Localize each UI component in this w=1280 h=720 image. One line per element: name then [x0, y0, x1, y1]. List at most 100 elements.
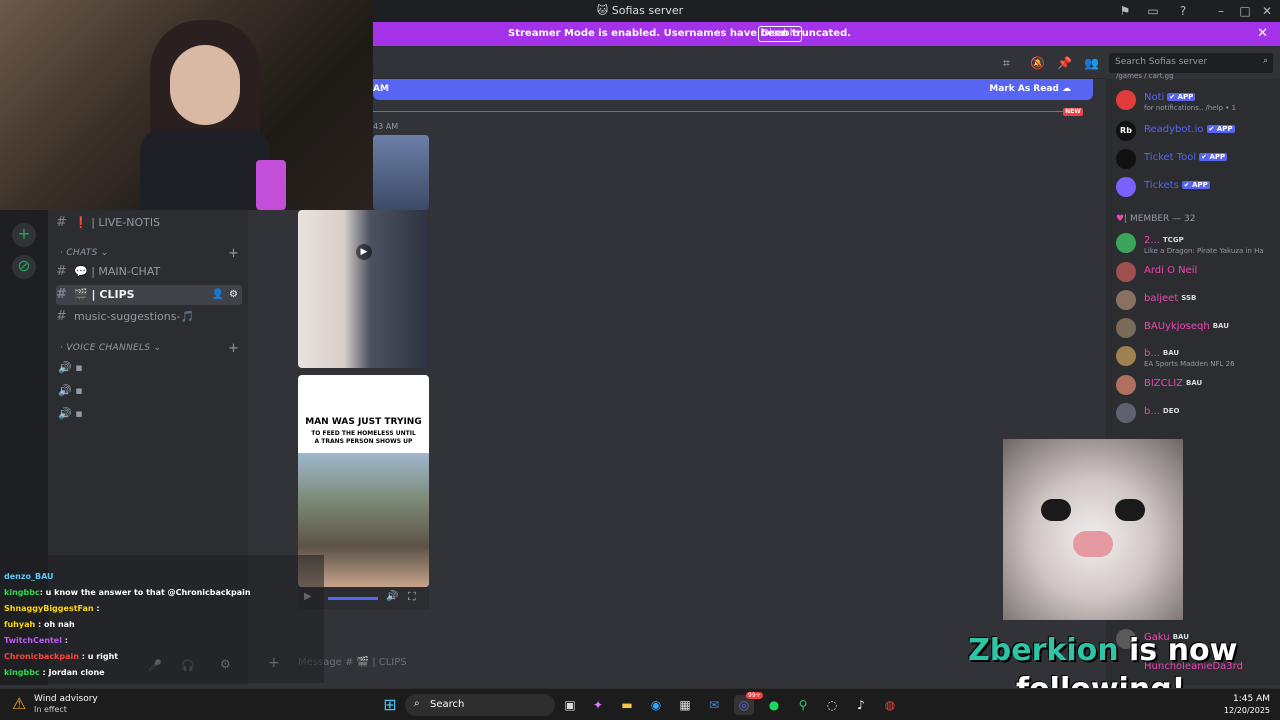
voice-channel[interactable]: 🔊 ▪ — [58, 407, 83, 420]
member-baljeet[interactable]: baljeet SSB — [1116, 288, 1276, 316]
member-readybot[interactable]: Rb Readybot.io ✔ APP — [1116, 119, 1276, 147]
task-view-icon[interactable]: ▣ — [560, 695, 580, 715]
voice-channel[interactable]: 🔊 ▪ — [58, 361, 83, 374]
obs-icon[interactable]: ◌ — [822, 695, 842, 715]
member-b1[interactable]: b... BAU EA Sports Madden NFL 26 — [1116, 344, 1276, 372]
volume-icon[interactable]: 🔊 — [386, 591, 398, 602]
search-icon: ⌕ — [414, 698, 420, 709]
chat-line: fuhyah : oh nah — [4, 620, 75, 629]
edge-icon[interactable]: ◉ — [646, 695, 666, 715]
fullscreen-icon[interactable]: ⛶ — [408, 590, 416, 604]
new-badge: NEW — [1063, 108, 1083, 116]
copilot-icon[interactable]: ✦ — [588, 695, 608, 715]
clock-date[interactable]: 12/20/2025 — [1210, 706, 1270, 715]
unread-time: AM — [373, 84, 389, 94]
monitor-icon[interactable]: ▭ — [1146, 4, 1160, 18]
channel-clips[interactable]: # 🎬 | CLIPS 👤 ⚙ — [56, 285, 242, 305]
chat-line: Chronicbackpain : u right — [4, 652, 119, 661]
invite-icon[interactable]: 👤 — [212, 285, 224, 305]
avatar — [1116, 290, 1136, 310]
play-icon[interactable]: ▶ — [356, 244, 372, 260]
avatar — [1116, 149, 1136, 169]
weather-icon[interactable]: ⚠ — [12, 694, 26, 713]
meme-line-2: TO FEED THE HOMELESS UNTIL — [311, 430, 416, 437]
tiktok-icon[interactable]: ♪ — [851, 695, 871, 715]
maximize-icon[interactable]: □ — [1238, 4, 1252, 18]
close-icon[interactable]: ✕ — [1257, 26, 1268, 41]
members-icon[interactable]: 👥 — [1084, 56, 1099, 70]
mail-icon[interactable]: ✉ — [704, 695, 724, 715]
app-icon[interactable]: ⚲ — [793, 695, 813, 715]
category-voice[interactable]: · VOICE CHANNELS ⌄ — [60, 343, 161, 353]
member-bauykjoseqh[interactable]: BAUykjoseqh BAU — [1116, 316, 1276, 344]
category-chats[interactable]: · CHATS ⌄ — [60, 248, 109, 258]
meme-line-3: A TRANS PERSON SHOWS UP — [314, 438, 413, 445]
avatar — [1116, 90, 1136, 110]
gear-icon[interactable]: ⚙ — [229, 285, 238, 305]
chat-line: ShnaggyBiggestFan : — [4, 604, 100, 613]
face — [170, 45, 240, 125]
member-ticket-tool[interactable]: Ticket Tool ✔ APP — [1116, 147, 1276, 175]
inbox-icon[interactable]: ⚑ — [1118, 4, 1132, 18]
follow-alert-line1: Zberkion is now — [968, 633, 1238, 668]
add-channel-icon[interactable]: + — [228, 246, 239, 261]
file-explorer-icon[interactable]: ▬ — [617, 695, 637, 715]
explore-icon[interactable]: ⊘ — [12, 255, 36, 279]
mark-read-icon: ☁ — [1062, 84, 1071, 94]
minimize-icon[interactable]: – — [1214, 4, 1228, 18]
microphone-light — [256, 160, 286, 210]
channel-music-suggestions[interactable]: # music-suggestions-🎵 — [56, 307, 194, 327]
close-window-icon[interactable]: ✕ — [1260, 4, 1274, 18]
member-2[interactable]: 2... TCGP Like a Dragon: Pirate Yakuza in… — [1116, 231, 1276, 259]
chrome-icon[interactable]: ◍ — [880, 695, 900, 715]
video-attachment-1-top[interactable] — [373, 135, 429, 210]
pin-icon[interactable]: 📌 — [1057, 56, 1072, 70]
avatar — [1116, 318, 1136, 338]
avatar: Rb — [1116, 121, 1136, 141]
taskbar-search[interactable]: ⌕ Search — [405, 694, 555, 716]
mark-as-read-button[interactable]: Mark As Read ☁ — [989, 84, 1071, 94]
clock-time[interactable]: 1:45 AM — [1210, 694, 1270, 704]
progress-bar[interactable] — [328, 597, 378, 600]
member-b2[interactable]: b... DEO — [1116, 401, 1276, 429]
mute-bell-icon[interactable]: 🔕 — [1030, 56, 1045, 70]
member-bizcliz[interactable]: BIZCLIZ BAU — [1116, 373, 1276, 401]
spotify-icon[interactable]: ● — [764, 695, 784, 715]
shirt — [140, 130, 270, 210]
add-server-icon[interactable]: + — [12, 223, 36, 247]
channel-live-notis[interactable]: # ❗ | LIVE-NOTIS — [56, 213, 160, 233]
unread-bar[interactable]: AM Mark As Read ☁ — [373, 79, 1093, 100]
discord-badge: 99+ — [746, 692, 763, 699]
message-timestamp: 43 AM — [373, 122, 399, 131]
disable-button[interactable]: Disable — [758, 26, 802, 42]
chat-line: kingbbc: u know the answer to that @Chro… — [4, 588, 251, 597]
member-noti[interactable]: Noti ✔ APP for notifications.. /help • 1 — [1116, 88, 1276, 116]
avatar — [1116, 177, 1136, 197]
member-activity-fragment: /games / cart.gg — [1116, 72, 1174, 80]
avatar — [1116, 346, 1136, 366]
threads-icon[interactable]: ⌗ — [1003, 56, 1010, 71]
weather-title[interactable]: Wind advisory — [34, 694, 98, 704]
meme-line-1: MAN WAS JUST TRYING — [305, 417, 422, 427]
windows-start-icon[interactable]: ⊞ — [380, 695, 400, 715]
hash-icon: # — [56, 264, 67, 279]
search-icon: ⌕ — [1262, 56, 1268, 66]
stream-chat-overlay: denzo_BAU kingbbc: u know the answer to … — [0, 555, 324, 683]
search-input[interactable]: Search Sofias server ⌕ — [1109, 53, 1273, 73]
channel-header: ⌗ 🔕 📌 👥 — [373, 46, 1106, 79]
member-ardi[interactable]: Ardi O Neil — [1116, 260, 1276, 288]
add-voice-channel-icon[interactable]: + — [228, 341, 239, 356]
avatar — [1116, 233, 1136, 253]
help-icon[interactable]: ? — [1176, 4, 1190, 18]
store-icon[interactable]: ▦ — [675, 695, 695, 715]
cat-eye-left — [1041, 499, 1071, 521]
video-attachment-1[interactable]: ▶ — [298, 210, 429, 368]
streamer-webcam — [0, 0, 373, 210]
voice-channel[interactable]: 🔊 ▪ — [58, 384, 83, 397]
chat-line: TwitchCentel : — [4, 636, 68, 645]
hash-icon: # — [56, 287, 67, 302]
member-category-header: ♥| MEMBER — 32 — [1116, 214, 1196, 224]
channel-main-chat[interactable]: # 💬 | MAIN-CHAT — [56, 262, 160, 282]
member-tickets[interactable]: Tickets ✔ APP — [1116, 175, 1276, 203]
streamer-mode-banner: Streamer Mode is enabled. Usernames have… — [373, 22, 1280, 46]
